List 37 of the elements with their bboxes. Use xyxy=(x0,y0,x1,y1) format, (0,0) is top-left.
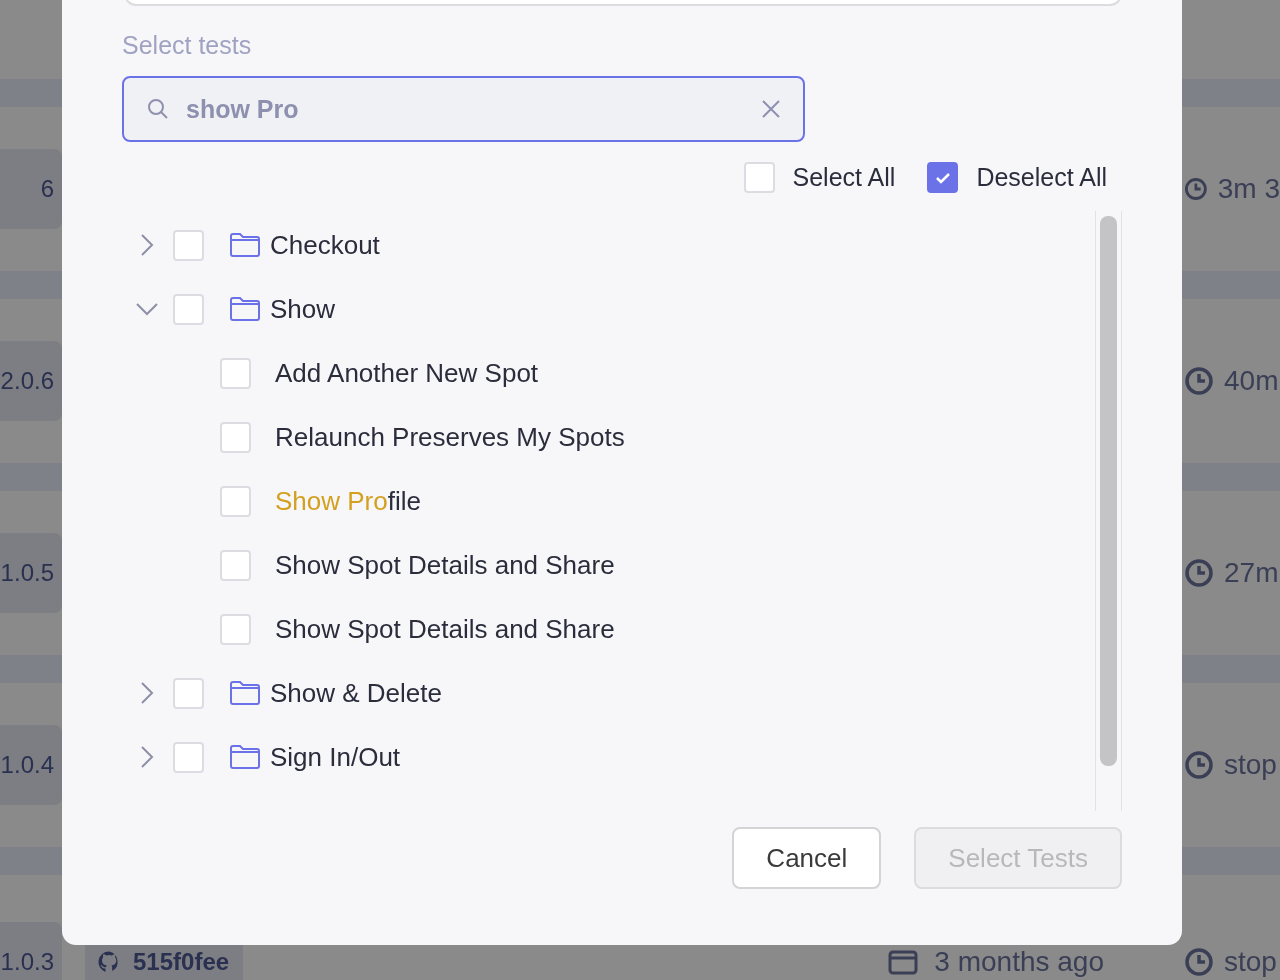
close-icon[interactable] xyxy=(761,99,781,119)
folder-icon xyxy=(229,744,261,770)
clock-icon xyxy=(1184,750,1214,780)
checkbox[interactable] xyxy=(927,162,959,193)
clock-icon xyxy=(1184,558,1214,588)
cancel-button[interactable]: Cancel xyxy=(732,827,882,889)
test-label[interactable]: Show Profile xyxy=(275,485,421,517)
version-badge: 2.0.6 xyxy=(0,341,62,421)
field-label: Select tests xyxy=(122,31,253,60)
checkbox-label: Deselect All xyxy=(976,163,1107,192)
folder-label[interactable]: Checkout xyxy=(270,229,380,261)
duration-text: 3m 3 xyxy=(1217,173,1280,205)
duration-text: stop xyxy=(1224,749,1277,781)
folder-icon xyxy=(229,232,261,258)
folder-label[interactable]: Show & Delete xyxy=(270,677,442,709)
version-badge: 6 xyxy=(0,149,62,229)
version-badge: 1.0.3 xyxy=(0,922,62,980)
duration-text: 40m xyxy=(1224,365,1279,397)
folder-label[interactable]: Sign In/Out xyxy=(270,741,401,773)
folder-label[interactable]: Show xyxy=(270,293,336,325)
folder-icon xyxy=(229,680,261,706)
test-label[interactable]: Show Spot Details and Share xyxy=(275,549,615,581)
search-icon xyxy=(146,97,170,121)
duration-text: stop xyxy=(1224,946,1277,978)
folder-icon xyxy=(229,296,261,322)
test-label[interactable]: Add Another New Spot xyxy=(275,357,539,389)
clock-icon xyxy=(1184,947,1214,977)
calendar-icon xyxy=(888,949,919,975)
duration-text: 27m xyxy=(1224,557,1279,589)
date-text: 3 months ago xyxy=(934,946,1104,978)
checkbox-label: Select All xyxy=(792,163,896,192)
version-badge: 1.0.5 xyxy=(0,533,62,613)
test-label[interactable]: Show Spot Details and Share xyxy=(275,613,615,645)
scrollbar-thumb[interactable] xyxy=(1100,216,1117,766)
test-label[interactable]: Relaunch Preserves My Spots xyxy=(275,421,625,453)
clock-icon xyxy=(1184,366,1214,396)
version-badge: 1.0.4 xyxy=(0,725,62,805)
